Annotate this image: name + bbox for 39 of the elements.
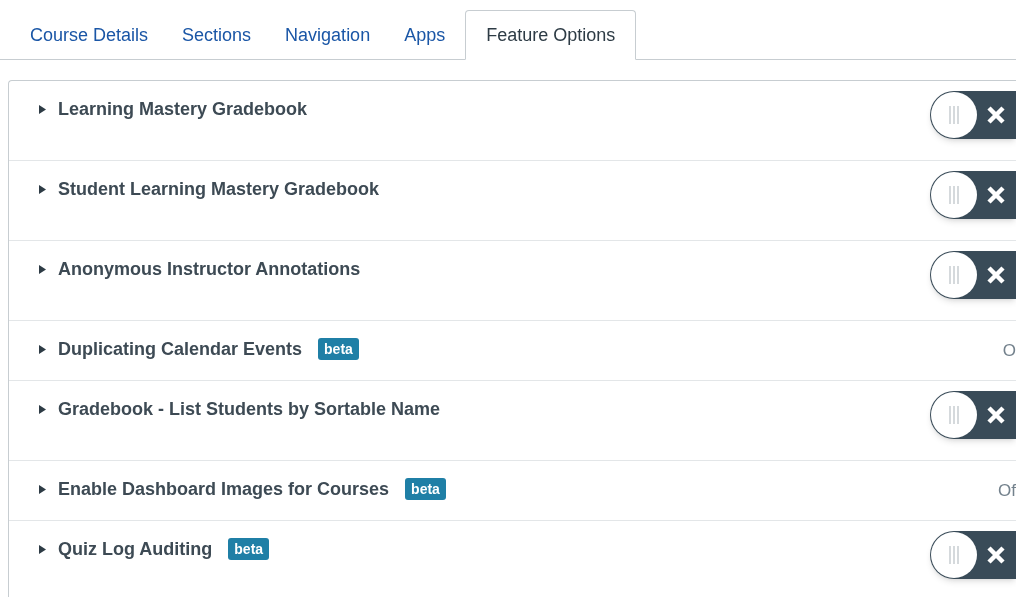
expand-arrow-icon[interactable] bbox=[39, 344, 46, 354]
status-text: O bbox=[1002, 340, 1016, 363]
expand-arrow-icon[interactable] bbox=[39, 264, 46, 274]
tab[interactable]: Apps bbox=[390, 10, 460, 60]
grip-icon bbox=[947, 545, 961, 565]
expand-arrow-icon[interactable] bbox=[39, 184, 46, 194]
feature-title: Duplicating Calendar Events bbox=[58, 337, 303, 361]
close-icon bbox=[986, 545, 1006, 565]
feature-title: Quiz Log Auditing bbox=[58, 537, 213, 561]
toggle-switch[interactable] bbox=[930, 391, 1016, 439]
grip-icon bbox=[947, 405, 961, 425]
grip-icon bbox=[947, 105, 961, 125]
close-icon bbox=[986, 105, 1006, 125]
toggle-switch[interactable] bbox=[930, 171, 1016, 219]
feature-title: Gradebook - List Students by Sortable Name bbox=[58, 397, 441, 421]
expand-arrow-icon[interactable] bbox=[39, 104, 46, 114]
tab[interactable]: Feature Options bbox=[465, 10, 637, 60]
tab[interactable]: Navigation bbox=[271, 10, 385, 60]
toggle-switch[interactable] bbox=[930, 251, 1016, 299]
close-icon bbox=[986, 185, 1006, 205]
feature-title: Anonymous Instructor Annotations bbox=[58, 257, 361, 281]
status-text: Of bbox=[998, 480, 1016, 503]
close-icon bbox=[986, 405, 1006, 425]
toggle-switch[interactable] bbox=[930, 91, 1016, 139]
beta-badge: beta bbox=[228, 538, 270, 560]
feature-title: Learning Mastery Gradebook bbox=[58, 97, 308, 121]
beta-badge: beta bbox=[405, 478, 446, 500]
toggle-switch[interactable] bbox=[930, 531, 1016, 579]
feature-title: Student Learning Mastery Gradebook bbox=[58, 177, 380, 201]
tab[interactable]: Course Details bbox=[16, 10, 163, 60]
close-icon bbox=[986, 265, 1006, 285]
grip-icon bbox=[947, 185, 961, 205]
beta-badge: beta bbox=[318, 338, 359, 360]
grip-icon bbox=[947, 265, 961, 285]
expand-arrow-icon[interactable] bbox=[39, 544, 46, 554]
feature-title: Enable Dashboard Images for Courses bbox=[58, 477, 390, 501]
expand-arrow-icon[interactable] bbox=[39, 404, 46, 414]
tab[interactable]: Sections bbox=[168, 10, 266, 60]
expand-arrow-icon[interactable] bbox=[39, 484, 46, 494]
